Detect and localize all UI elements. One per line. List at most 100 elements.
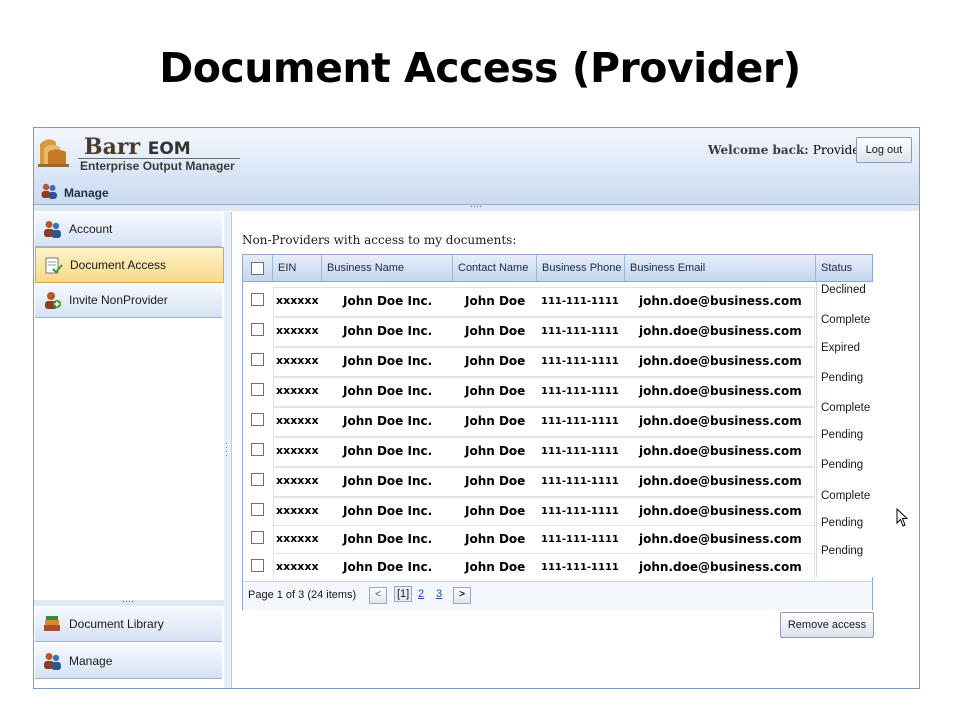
table-row[interactable]: xxxxxx John Doe Inc. John Doe 111-111-1111 j… (243, 495, 872, 525)
cell-business: John Doe Inc. (343, 474, 433, 488)
mouse-cursor-icon (896, 508, 908, 527)
table-row[interactable]: xxxxxx John Doe Inc. John Doe 111-111-1111 j… (243, 315, 872, 345)
sidebar-item-label: Account (69, 222, 113, 236)
cell-contact: John Doe (465, 354, 526, 368)
status-badge: Complete (821, 490, 871, 502)
header-splitter[interactable]: ···· (34, 202, 919, 211)
column-header-contact-name[interactable]: Contact Name (453, 255, 537, 281)
app-window: Barr EOM Enterprise Output Manager Manag… (33, 127, 920, 689)
cell-contact: John Doe (465, 532, 526, 546)
row-checkbox[interactable] (251, 383, 264, 396)
select-all-checkbox[interactable] (251, 262, 264, 275)
cell-business: John Doe Inc. (343, 444, 433, 458)
row-checkbox[interactable] (251, 531, 264, 544)
table-row[interactable]: xxxxxx John Doe Inc. John Doe 111-111-1111 j… (243, 405, 872, 435)
logout-button[interactable]: Log out (856, 137, 912, 163)
cell-ein: xxxxxx (276, 384, 319, 397)
cell-ein: xxxxxx (276, 532, 319, 545)
cell-ein: xxxxxx (276, 354, 319, 367)
sidebar-item-manage[interactable]: Manage (35, 644, 222, 679)
table-row[interactable]: xxxxxx John Doe Inc. John Doe 111-111-1111 j… (243, 285, 872, 315)
cell-business: John Doe Inc. (343, 414, 433, 428)
pager-page-2[interactable]: 2 (418, 588, 424, 600)
status-badge: Complete (821, 314, 871, 326)
cell-email: john.doe@business.com (639, 324, 802, 338)
column-header-status[interactable]: Status (816, 255, 872, 281)
header-manage-label[interactable]: Manage (64, 186, 109, 200)
row-checkbox[interactable] (251, 413, 264, 426)
cell-email: john.doe@business.com (639, 414, 802, 428)
cell-contact: John Doe (465, 474, 526, 488)
status-badge: Pending (821, 372, 864, 384)
column-header-business-phone[interactable]: Business Phone (537, 255, 625, 281)
column-header-business-name[interactable]: Business Name (322, 255, 453, 281)
status-badge: Expired (821, 342, 860, 354)
cell-ein: xxxxxx (276, 414, 319, 427)
column-header-business-email[interactable]: Business Email (625, 255, 816, 281)
cell-email: john.doe@business.com (639, 294, 802, 308)
users-icon (41, 183, 57, 199)
column-header-ein[interactable]: EIN (273, 255, 322, 281)
cell-phone: 111-111-1111 (541, 446, 619, 457)
grid-header: EIN Business Name Contact Name Business … (243, 255, 872, 282)
remove-access-button[interactable]: Remove access (780, 612, 874, 638)
cell-phone: 111-111-1111 (541, 476, 619, 487)
logo-subtitle: Enterprise Output Manager (80, 159, 235, 173)
cell-phone: 111-111-1111 (541, 356, 619, 367)
cell-ein: xxxxxx (276, 444, 319, 457)
row-checkbox[interactable] (251, 443, 264, 456)
pager: Page 1 of 3 (24 items) < [1] 2 3 > (243, 581, 872, 610)
status-badge: Declined (821, 284, 866, 296)
table-row[interactable]: xxxxxx John Doe Inc. John Doe 111-111-1111 j… (243, 465, 872, 495)
app-header: Barr EOM Enterprise Output Manager Manag… (34, 128, 919, 205)
users-icon (44, 653, 61, 670)
section-title: Non-Providers with access to my document… (242, 233, 517, 247)
row-checkbox[interactable] (251, 473, 264, 486)
cell-business: John Doe Inc. (343, 560, 433, 574)
pager-summary: Page 1 of 3 (24 items) (248, 589, 357, 601)
cell-business: John Doe Inc. (343, 384, 433, 398)
row-checkbox[interactable] (251, 323, 264, 336)
row-checkbox[interactable] (251, 293, 264, 306)
cell-ein: xxxxxx (276, 560, 319, 573)
row-checkbox[interactable] (251, 559, 264, 572)
sidebar-item-label: Invite NonProvider (69, 293, 168, 307)
cell-ein: xxxxxx (276, 504, 319, 517)
cell-business: John Doe Inc. (343, 294, 433, 308)
pager-next-button[interactable]: > (453, 587, 471, 604)
cell-phone: 111-111-1111 (541, 506, 619, 517)
cell-contact: John Doe (465, 414, 526, 428)
row-checkbox[interactable] (251, 353, 264, 366)
table-row[interactable]: xxxxxx John Doe Inc. John Doe 111-111-1111 j… (243, 523, 872, 553)
library-icon (44, 616, 60, 631)
sidebar-item-label: Manage (69, 654, 113, 668)
table-row[interactable]: xxxxxx John Doe Inc. John Doe 111-111-1111 j… (243, 345, 872, 375)
cell-email: john.doe@business.com (639, 354, 802, 368)
table-row[interactable]: xxxxxx John Doe Inc. John Doe 111-111-1111 j… (243, 551, 872, 581)
sidebar-item-label: Document Access (70, 258, 167, 272)
sidebar-resize-splitter[interactable]: · · · · (224, 212, 232, 688)
sidebar-item-account[interactable]: Account (35, 212, 222, 247)
cell-ein: xxxxxx (276, 324, 319, 337)
status-badge: Pending (821, 545, 864, 557)
pager-prev-button[interactable]: < (369, 587, 387, 604)
cell-phone: 111-111-1111 (541, 386, 619, 397)
users-icon (44, 221, 61, 238)
sidebar-item-document-library[interactable]: Document Library (35, 607, 222, 642)
cell-contact: John Doe (465, 444, 526, 458)
pager-page-1[interactable]: [1] (394, 586, 413, 602)
status-badge: Complete (821, 402, 871, 414)
table-row[interactable]: xxxxxx John Doe Inc. John Doe 111-111-1111 j… (243, 375, 872, 405)
cell-business: John Doe Inc. (343, 504, 433, 518)
row-checkbox[interactable] (251, 503, 264, 516)
cell-phone: 111-111-1111 (541, 416, 619, 427)
cell-phone: 111-111-1111 (541, 562, 619, 573)
sidebar-item-document-access[interactable]: Document Access (35, 247, 224, 283)
sidebar-item-invite-nonprovider[interactable]: Invite NonProvider (35, 283, 222, 318)
table-row[interactable]: xxxxxx John Doe Inc. John Doe 111-111-1111 j… (243, 435, 872, 465)
cell-ein: xxxxxx (276, 294, 319, 307)
cell-contact: John Doe (465, 294, 526, 308)
sidebar-splitter[interactable]: ···· (34, 597, 224, 606)
cell-contact: John Doe (465, 504, 526, 518)
pager-page-3[interactable]: 3 (436, 588, 442, 600)
